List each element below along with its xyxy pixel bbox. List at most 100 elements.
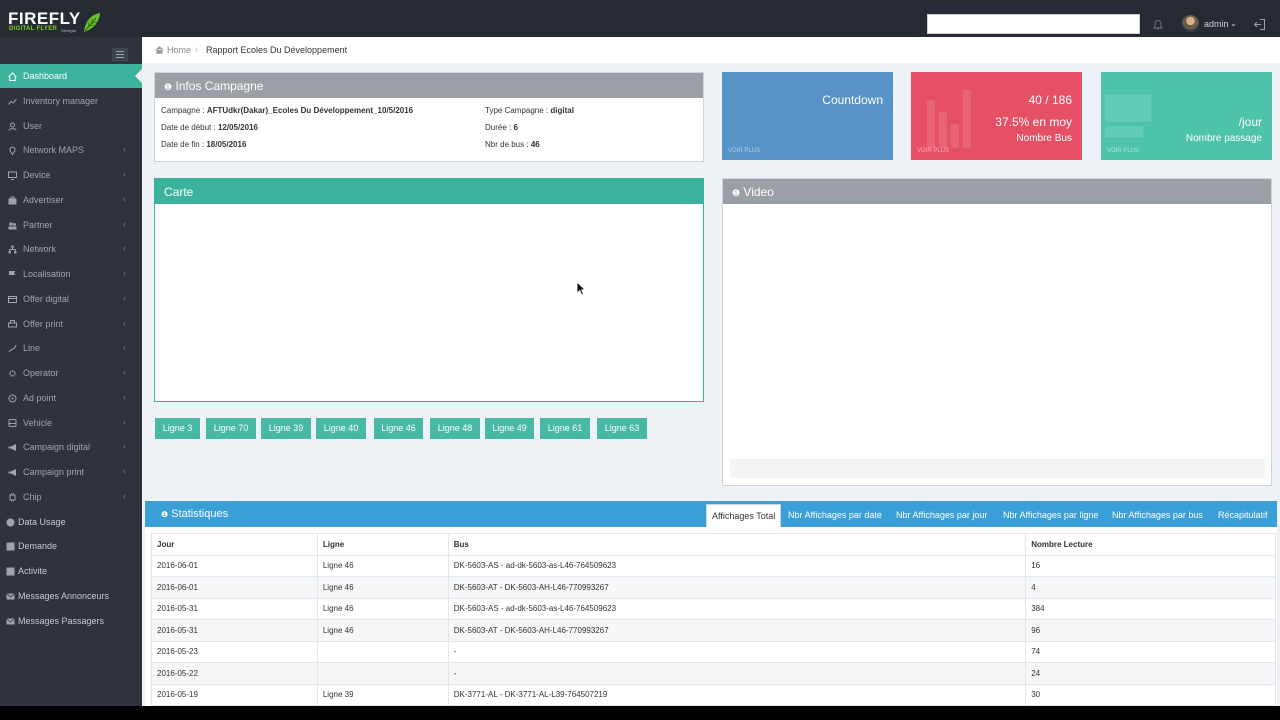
- sidebar-item-offer-digital[interactable]: Offer digital ‹: [0, 287, 142, 311]
- table-cell: [316, 640, 449, 663]
- logout-icon[interactable]: [1253, 18, 1266, 31]
- sidebar-item-partner[interactable]: Partner ‹: [0, 213, 142, 237]
- sidebar-item-vehicle[interactable]: Vehicle ‹: [0, 411, 142, 435]
- voir-plus-link[interactable]: VOIR PLUS: [728, 148, 760, 154]
- top-navbar: FIREFLY DIGITAL FLYER Sénégal admin ⌄: [0, 0, 1280, 37]
- bell-icon[interactable]: [1152, 19, 1164, 31]
- chevron-down-icon[interactable]: ⌄: [1230, 19, 1237, 28]
- tab-r-capitulatif[interactable]: Récapitulatif: [1218, 504, 1268, 527]
- megaphone-icon: [8, 469, 16, 476]
- table-cell: 4: [1025, 576, 1276, 599]
- sidebar-item-advertiser[interactable]: Advertiser ‹: [0, 188, 142, 212]
- ligne-button-46[interactable]: Ligne 46: [374, 418, 423, 439]
- voir-plus-link[interactable]: VOIR PLUS: [1107, 148, 1139, 154]
- sidebar-item-activite[interactable]: Activite: [0, 559, 142, 583]
- table-cell: 96: [1025, 619, 1276, 642]
- ligne-button-70[interactable]: Ligne 70: [206, 418, 256, 439]
- table-cell: [316, 662, 449, 685]
- sidebar-item-chip[interactable]: Chip ‹: [0, 485, 142, 509]
- date-fin-line: Date de fin : 18/05/2016: [161, 140, 247, 149]
- column-header[interactable]: Ligne: [316, 533, 449, 556]
- nombre-passage-label: Nombre passage: [1185, 133, 1262, 144]
- nombre-bus-ratio: 40 / 186: [1028, 93, 1072, 107]
- column-header[interactable]: Bus: [447, 533, 1027, 556]
- sidebar-item-messages-passagers[interactable]: Messages Passagers: [0, 609, 142, 633]
- user-menu-label[interactable]: admin: [1204, 19, 1229, 29]
- video-controls-bar[interactable]: [730, 459, 1265, 478]
- sidebar-item-label: Operator: [23, 368, 59, 378]
- ligne-button-49[interactable]: Ligne 49: [485, 418, 534, 439]
- table-cell: 384: [1025, 597, 1276, 620]
- sidebar-item-network-maps[interactable]: Network MAPS ‹: [0, 138, 142, 162]
- info-icon: ❶: [161, 510, 169, 519]
- statistiques-panel: ❶ Statistiques Affichages Total Nbr Affic…: [145, 501, 1277, 706]
- table-row: 2016-05-31 Ligne 46 DK-5603-AS - ad-dk-560…: [151, 597, 1276, 620]
- home-icon: [155, 46, 164, 54]
- breadcrumb-home-link[interactable]: Home: [167, 45, 191, 55]
- table-cell: 2016-05-22: [151, 662, 318, 685]
- sidebar-item-operator[interactable]: Operator ‹: [0, 361, 142, 385]
- flag-icon: [9, 271, 16, 279]
- table-row: 2016-05-31 Ligne 46 DK-5603-AT - DK-5603-A…: [151, 619, 1276, 642]
- chevron-left-icon: ‹: [123, 490, 126, 501]
- sidebar-toggle-button[interactable]: [112, 48, 128, 61]
- sidebar-item-campaign-digital[interactable]: Campaign digital ‹: [0, 435, 142, 459]
- date-debut-value: 12/05/2016: [217, 123, 258, 132]
- map-area[interactable]: [155, 204, 703, 401]
- sidebar-item-ad-point[interactable]: Ad point ‹: [0, 386, 142, 410]
- breadcrumb-current: Rapport Ecoles Du Développement: [206, 45, 348, 55]
- ligne-button-3[interactable]: Ligne 3: [155, 418, 200, 439]
- sidebar-item-label: Advertiser: [23, 194, 64, 205]
- ligne-button-63[interactable]: Ligne 63: [597, 418, 647, 439]
- sidebar-item-label: Offer digital: [23, 293, 69, 304]
- sidebar-item-campaign-print[interactable]: Campaign print ‹: [0, 460, 142, 484]
- sidebar-item-label: Messages Annonceurs: [18, 590, 110, 601]
- table-row: 2016-05-19 Ligne 39 DK-3771-AL - DK-3771-A…: [151, 683, 1276, 706]
- breadcrumb: Home › Rapport Ecoles Du Développement: [142, 37, 1280, 63]
- sidebar-item-demande[interactable]: Demande: [0, 534, 142, 558]
- tab-nbr-affichages-par-jour[interactable]: Nbr Affichages par jour: [896, 504, 987, 527]
- brand-subtitle: DIGITAL FLYER: [9, 26, 58, 32]
- table-row: 2016-05-22 -24: [151, 662, 1276, 685]
- ligne-button-39[interactable]: Ligne 39: [261, 418, 311, 439]
- voir-plus-link[interactable]: VOIR PLUS: [917, 148, 949, 154]
- chevron-left-icon: ‹: [123, 144, 126, 155]
- sidebar-item-device[interactable]: Device ‹: [0, 163, 142, 187]
- table-cell: Ligne 46: [316, 554, 449, 577]
- sidebar-item-label: Campaign print: [23, 467, 85, 477]
- sidebar-item-localisation[interactable]: Localisation ‹: [0, 262, 142, 286]
- ligne-button-48[interactable]: Ligne 48: [430, 418, 480, 439]
- sidebar-item-inventory-manager[interactable]: Inventory manager: [0, 89, 142, 113]
- tab-nbr-affichages-par-bus[interactable]: Nbr Affichages par bus: [1112, 504, 1203, 527]
- sidebar-item-offer-print[interactable]: Offer print ‹: [0, 312, 142, 336]
- sidebar-item-label: Localisation: [23, 269, 71, 279]
- nombre-bus-card: 40 / 186 37.5% en moy Nombre Bus VOIR PL…: [911, 72, 1082, 160]
- home-icon: [8, 72, 17, 81]
- mouse-cursor-icon: [576, 281, 586, 296]
- countdown-label: Countdown: [822, 93, 883, 107]
- tab-nbr-affichages-par-ligne[interactable]: Nbr Affichages par ligne: [1003, 504, 1098, 527]
- carte-header: Carte: [155, 179, 703, 204]
- ligne-button-40[interactable]: Ligne 40: [316, 418, 366, 439]
- video-title: Video: [743, 185, 774, 199]
- table-row: 2016-06-01 Ligne 46 DK-5603-AT - DK-5603-A…: [151, 576, 1276, 599]
- sidebar-item-dashboard[interactable]: Dashboard: [0, 64, 142, 88]
- brand-logo[interactable]: FIREFLY: [8, 10, 81, 27]
- briefcase-icon: [8, 196, 17, 205]
- search-input[interactable]: [927, 14, 1140, 34]
- column-header[interactable]: Nombre Lecture: [1025, 533, 1276, 556]
- ligne-button-61[interactable]: Ligne 61: [540, 418, 590, 439]
- avatar[interactable]: [1182, 15, 1199, 32]
- megaphone-icon: [8, 444, 16, 452]
- tab-affichages-total[interactable]: Affichages Total: [706, 504, 782, 527]
- sidebar-item-data-usage[interactable]: Data Usage: [0, 510, 142, 534]
- sidebar-item-line[interactable]: Line ‹: [0, 336, 142, 360]
- statistiques-title: Statistiques: [171, 508, 229, 520]
- sidebar-item-network[interactable]: Network ‹: [0, 237, 142, 261]
- sidebar-item-user[interactable]: User: [0, 114, 142, 138]
- column-header[interactable]: Jour: [151, 533, 318, 556]
- tab-nbr-affichages-par-date[interactable]: Nbr Affichages par date: [788, 504, 882, 527]
- chevron-left-icon: ‹: [123, 416, 126, 427]
- sidebar-item-messages-annonceurs[interactable]: Messages Annonceurs: [0, 584, 142, 608]
- nombre-bus-label: Nombre Bus: [1016, 133, 1072, 144]
